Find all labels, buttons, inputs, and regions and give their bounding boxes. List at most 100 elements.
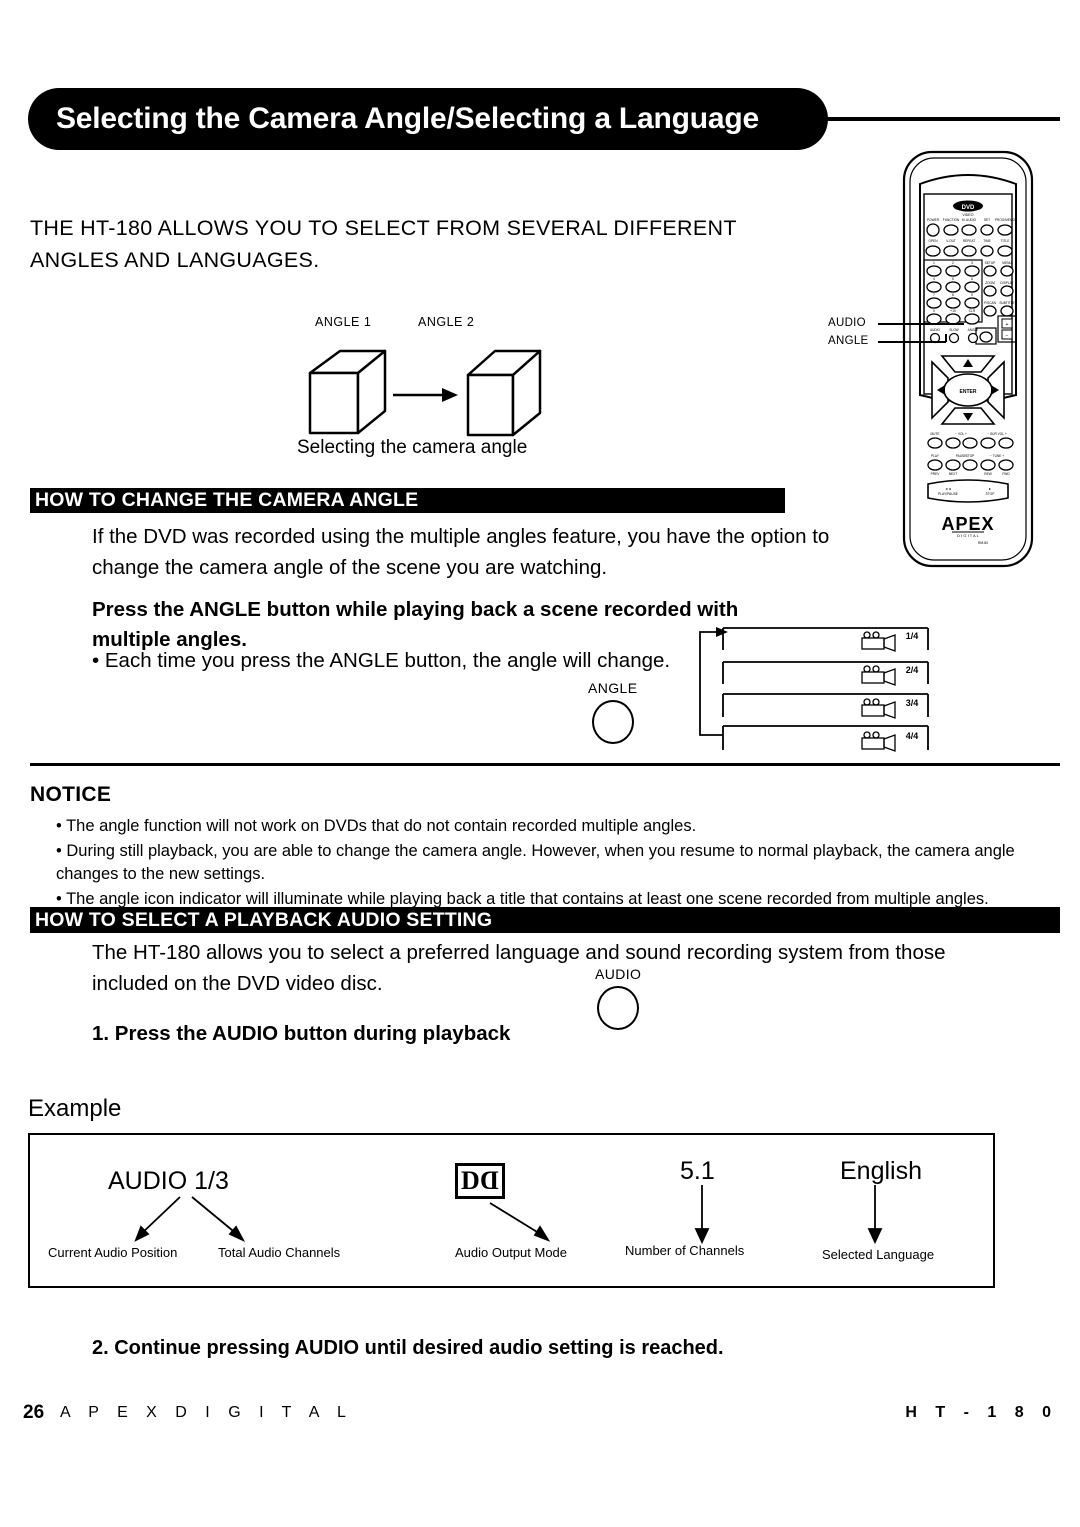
- caption-total-audio-channels: Total Audio Channels: [218, 1245, 341, 1260]
- svg-text:3/4: 3/4: [906, 698, 919, 708]
- callout-angle-label: ANGLE: [828, 335, 869, 347]
- svg-text:APEX: APEX: [941, 514, 994, 534]
- svg-text:ZOOM: ZOOM: [985, 281, 995, 285]
- angle-button-figure: ANGLE: [588, 680, 637, 744]
- cube-angle-1: [308, 349, 387, 435]
- svg-text:PROG/MEMO: PROG/MEMO: [995, 218, 1016, 222]
- camera-icon-3: 3/4: [861, 698, 919, 719]
- page-footer: 26 A P E X D I G I T A L H T - 1 8 0: [0, 1402, 1080, 1432]
- svg-text:1: 1: [933, 261, 935, 265]
- camera-icon-4: 4/4: [861, 731, 919, 752]
- svg-text:RM-80: RM-80: [978, 541, 988, 545]
- intro-line-1: THE HT-180 ALLOWS YOU TO SELECT FROM SEV…: [30, 216, 737, 240]
- svg-text:4/4: 4/4: [906, 731, 919, 741]
- audio-step-2: 2. Continue pressing AUDIO until desired…: [92, 1337, 724, 1359]
- notice-list: • The angle function will not work on DV…: [56, 815, 1061, 912]
- svg-text:9: 9: [971, 293, 973, 297]
- title-pill: Selecting the Camera Angle/Selecting a L…: [28, 88, 828, 150]
- audio-button-figure: AUDIO: [595, 966, 641, 1030]
- audio-button-label: AUDIO: [595, 966, 642, 982]
- notice-item: • The angle function will not work on DV…: [56, 817, 697, 835]
- angle-button-circle[interactable]: [591, 700, 634, 744]
- svg-text:TIME: TIME: [983, 239, 991, 243]
- footer-model: H T - 1 8 0: [905, 1404, 1058, 1421]
- svg-text:PREV: PREV: [931, 472, 941, 476]
- section-header-camera-angle: HOW TO CHANGE THE CAMERA ANGLE: [30, 488, 785, 513]
- svg-text:DISPLAY: DISPLAY: [1000, 281, 1014, 285]
- svg-text:7: 7: [933, 293, 935, 297]
- svg-text:FUNCTION: FUNCTION: [943, 218, 960, 222]
- svg-text:REPEAT: REPEAT: [963, 239, 976, 243]
- svg-text:PAUSE: PAUSE: [956, 454, 967, 458]
- camera-icon-2: 2/4: [861, 665, 919, 686]
- svg-text:M. AUDIO: M. AUDIO: [962, 218, 977, 222]
- svg-text:MUTE: MUTE: [930, 432, 939, 436]
- svg-text:STOP: STOP: [966, 454, 975, 458]
- svg-text:MENU: MENU: [1002, 261, 1012, 265]
- svg-text:8: 8: [952, 293, 954, 297]
- section-header-audio-setting: HOW TO SELECT A PLAYBACK AUDIO SETTING: [30, 907, 1060, 933]
- remote-callouts: AUDIO ANGLE: [828, 312, 988, 362]
- angle-cycle-diagram: 1/4 2/4 3/4 4/4: [690, 622, 955, 757]
- svg-text:4: 4: [933, 277, 935, 281]
- transition-arrow: [393, 388, 458, 402]
- svg-text:PLAY/PAUSE: PLAY/PAUSE: [938, 492, 959, 496]
- angle-1-label: ANGLE 1: [315, 315, 372, 329]
- svg-text:VIDEO: VIDEO: [962, 213, 973, 217]
- section-header-audio-setting-text: HOW TO SELECT A PLAYBACK AUDIO SETTING: [35, 908, 493, 931]
- svg-text:2/4: 2/4: [906, 665, 919, 675]
- example-label: Example: [28, 1095, 122, 1122]
- svg-text:3: 3: [971, 261, 973, 265]
- svg-text:DVD: DVD: [962, 205, 975, 211]
- svg-text:TITLE: TITLE: [1001, 239, 1010, 243]
- page-title-banner: Selecting the Camera Angle/Selecting a L…: [28, 88, 1060, 150]
- caption-current-audio-position: Current Audio Position: [48, 1245, 178, 1260]
- audio-step-1: 1. Press the AUDIO button during playbac…: [92, 1022, 511, 1045]
- example-arrows-svg: [134, 1185, 883, 1245]
- svg-text:P/SCAN: P/SCAN: [984, 301, 997, 305]
- angle-2-label: ANGLE 2: [418, 315, 475, 329]
- svg-text:− TUNE +: − TUNE +: [990, 454, 1004, 458]
- callout-audio-label: AUDIO: [828, 317, 866, 329]
- svg-text:NEXT: NEXT: [949, 472, 958, 476]
- camera-angle-caption: Selecting the camera angle: [297, 437, 528, 458]
- example-box: AUDIO 1/3 D D 5.1 English Current Audio …: [28, 1133, 995, 1288]
- caption-number-of-channels: Number of Channels: [625, 1243, 745, 1258]
- camera-icon-1: 1/4: [861, 631, 918, 652]
- svg-text:5: 5: [952, 277, 954, 281]
- svg-text:SETUP: SETUP: [985, 261, 996, 265]
- footer-brand: A P E X D I G I T A L: [60, 1404, 353, 1421]
- svg-text:− SUR VOL +: − SUR VOL +: [987, 432, 1007, 436]
- svg-text:SET: SET: [984, 218, 990, 222]
- angle-cycle-svg: 1/4 2/4 3/4 4/4: [699, 627, 929, 752]
- svg-text:FWD: FWD: [1002, 472, 1010, 476]
- svg-text:2: 2: [952, 261, 954, 265]
- footer-page-number: 26: [23, 1402, 45, 1423]
- svg-text:◄◄: ◄◄: [945, 487, 952, 491]
- svg-text:REW: REW: [984, 472, 991, 476]
- svg-text:POWER: POWER: [927, 218, 940, 222]
- notice-item: • During still playback, you are able to…: [56, 841, 1015, 884]
- section-header-camera-angle-text: HOW TO CHANGE THE CAMERA ANGLE: [35, 489, 419, 511]
- title-rule: [823, 117, 1060, 121]
- angle-button-label: ANGLE: [588, 680, 638, 696]
- intro-line-2: ANGLES AND LANGUAGES.: [30, 248, 320, 272]
- svg-text:OPEN: OPEN: [928, 239, 938, 243]
- audio-setting-body: The HT-180 allows you to select a prefer…: [92, 941, 946, 995]
- svg-text:+: +: [1006, 322, 1009, 328]
- svg-text:− VOL +: − VOL +: [955, 432, 967, 436]
- svg-text:PLAY: PLAY: [931, 454, 940, 458]
- intro-paragraph: THE HT-180 ALLOWS YOU TO SELECT FROM SEV…: [30, 212, 820, 276]
- page-title: Selecting the Camera Angle/Selecting a L…: [56, 102, 760, 135]
- camera-angle-bullet: • Each time you press the ANGLE button, …: [92, 649, 671, 672]
- cube-angle-2: [466, 349, 542, 437]
- svg-text:STOP: STOP: [986, 492, 996, 496]
- camera-angle-body: If the DVD was recorded using the multip…: [92, 525, 830, 579]
- notice-divider: [30, 763, 1060, 766]
- svg-text:ENTER: ENTER: [960, 389, 977, 395]
- svg-text:SUBTITLE: SUBTITLE: [999, 301, 1014, 305]
- svg-text:6: 6: [971, 277, 973, 281]
- svg-text:D I G I T A L: D I G I T A L: [957, 533, 979, 538]
- audio-button-circle[interactable]: [597, 986, 640, 1030]
- notice-title: NOTICE: [30, 783, 112, 806]
